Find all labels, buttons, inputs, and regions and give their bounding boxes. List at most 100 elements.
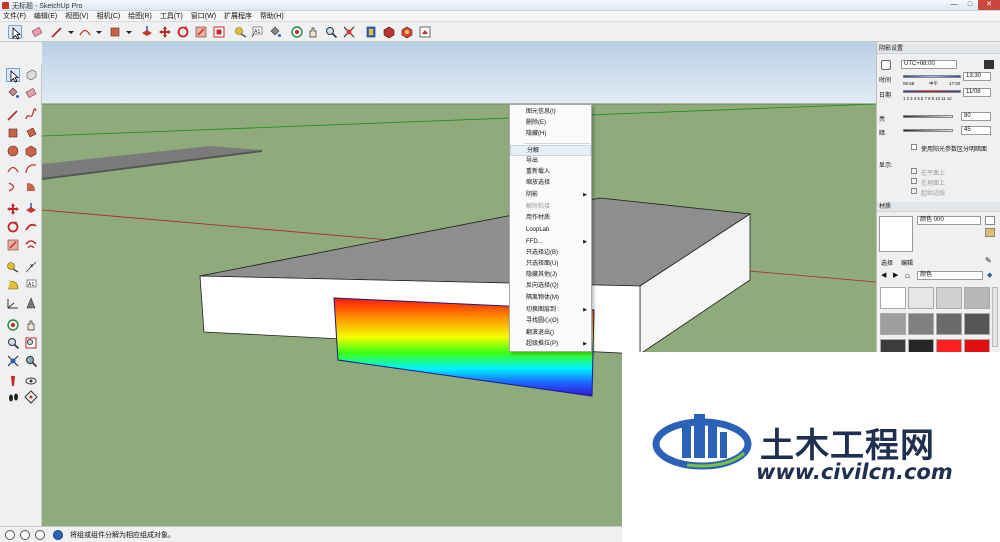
time-slider[interactable] [903,75,961,78]
material-swatch[interactable] [880,287,906,309]
time-input[interactable]: 13:30 [963,72,991,81]
dark-slider[interactable] [903,129,953,132]
tab-edit[interactable]: 编辑 [901,258,913,267]
ctx-ffd[interactable]: FFD... ▶ [510,237,591,248]
ctx-zoom-selection[interactable]: 缩放选择 [510,178,591,189]
line-icon[interactable] [6,108,20,122]
zoom-window-icon[interactable] [24,336,38,350]
zoom-extents-icon[interactable] [6,354,20,368]
ctx-use-as-material[interactable]: 用作材质 [510,213,591,224]
rotate-icon[interactable] [176,25,190,39]
ctx-hide-others[interactable]: 隐藏其他(J) [510,270,591,281]
make-component-icon[interactable] [24,68,38,82]
menu-extensions[interactable]: 扩展程序 [221,11,255,22]
rotated-rectangle-icon[interactable] [24,126,38,140]
swatch-scrollbar[interactable] [992,287,998,347]
user-icon[interactable] [35,530,45,540]
create-material-icon[interactable] [985,216,995,225]
polygon-icon[interactable] [24,144,38,158]
material-swatch[interactable] [964,313,990,335]
menu-view[interactable]: 视图(V) [62,11,91,22]
paint-bucket-icon[interactable] [268,25,282,39]
section-plane-icon[interactable] [24,390,38,404]
from-edges-checkbox[interactable] [911,188,917,194]
layout-icon[interactable] [400,25,414,39]
dimension-icon[interactable]: x [24,260,38,274]
text-icon[interactable]: A1 [250,25,264,39]
material-category-select[interactable]: 颜色 [917,271,983,280]
arc-icon[interactable] [78,25,92,39]
ctx-entity-info[interactable]: 图元信息(I) [510,107,591,118]
line-dropdown-icon[interactable] [64,25,78,39]
shadow-toggle-icon[interactable] [881,60,891,70]
sun-shading-checkbox[interactable] [911,144,917,150]
extension-warehouse-icon[interactable] [382,25,396,39]
orbit-icon[interactable] [290,25,304,39]
warehouse-icon[interactable] [364,25,378,39]
ctx-reload[interactable]: 重新载入 [510,167,591,178]
text-icon[interactable]: A1 [24,278,38,292]
rotate-icon[interactable] [6,220,20,234]
menu-window[interactable]: 窗口(W) [188,11,219,22]
three-point-arc-icon[interactable] [6,180,20,194]
zoom-icon[interactable] [6,336,20,350]
move-icon[interactable] [158,25,172,39]
menu-tools[interactable]: 工具(T) [157,11,186,22]
forward-icon[interactable]: ▶ [893,271,898,279]
ctx-select-faces-only[interactable]: 只选择面(U) [510,259,591,270]
select-icon[interactable] [8,25,22,40]
details-icon[interactable]: ◆ [987,271,992,279]
tape-measure-icon[interactable] [234,25,248,39]
close-button[interactable]: ✕ [978,0,1000,10]
ctx-roll-exit[interactable]: 翻滚退出() [510,328,591,339]
rectangle-icon[interactable] [108,25,122,39]
ctx-super-push-pull[interactable]: 超级推拉(P) ▶ [510,339,591,350]
pan-icon[interactable] [24,318,38,332]
tape-measure-icon[interactable] [6,260,20,274]
previous-view-icon[interactable] [24,354,38,368]
material-name-input[interactable]: 颜色 000 [917,216,981,225]
light-input[interactable]: 80 [961,112,991,121]
materials-panel-title[interactable]: 材质 [877,202,1000,212]
eyedropper-icon[interactable]: ✎ [985,256,995,266]
protractor-icon[interactable] [6,278,20,292]
home-icon[interactable]: ⌂ [905,271,910,280]
ctx-isolate-object[interactable]: 隔离物体(M) [510,293,591,304]
walk-icon[interactable] [6,390,20,404]
axes-icon[interactable] [6,296,20,310]
light-slider[interactable] [903,115,953,118]
pie-icon[interactable] [24,180,38,194]
menu-draw[interactable]: 绘图(R) [125,11,155,22]
tab-select[interactable]: 选择 [881,258,893,267]
ctx-looplab[interactable]: LoopLab [510,225,591,236]
3d-text-icon[interactable] [24,296,38,310]
zoom-icon[interactable] [324,25,338,39]
ctx-switch-layer[interactable]: 切换图层到 : ▶ [510,305,591,316]
orbit-icon[interactable] [6,318,20,332]
back-icon[interactable]: ◀ [881,271,886,279]
default-material-icon[interactable] [985,228,995,237]
maximize-button[interactable]: □ [962,0,978,10]
display-icon[interactable] [984,60,994,69]
rectangle-icon[interactable] [6,126,20,140]
pan-icon[interactable] [306,25,320,39]
paint-bucket-icon[interactable] [6,86,20,100]
ctx-invert-selection[interactable]: 反向选择(Q) [510,281,591,292]
arc-dropdown-icon[interactable] [92,25,106,39]
menu-help[interactable]: 帮助(H) [257,11,287,22]
menu-camera[interactable]: 相机(C) [94,11,124,22]
geo-location-icon[interactable] [5,530,15,540]
menu-file[interactable]: 文件(F) [0,11,29,22]
look-around-icon[interactable] [24,374,38,388]
material-swatch[interactable] [908,287,934,309]
timezone-select[interactable]: UTC+08:00 [901,60,957,69]
circle-icon[interactable] [6,144,20,158]
date-input[interactable]: 11/08 [963,88,991,97]
scale-icon[interactable] [194,25,208,39]
material-swatch[interactable] [908,313,934,335]
move-icon[interactable] [6,202,20,216]
line-icon[interactable] [50,25,64,39]
push-pull-icon[interactable] [140,25,154,39]
offset-icon[interactable] [212,25,226,39]
scale-icon[interactable] [6,238,20,252]
